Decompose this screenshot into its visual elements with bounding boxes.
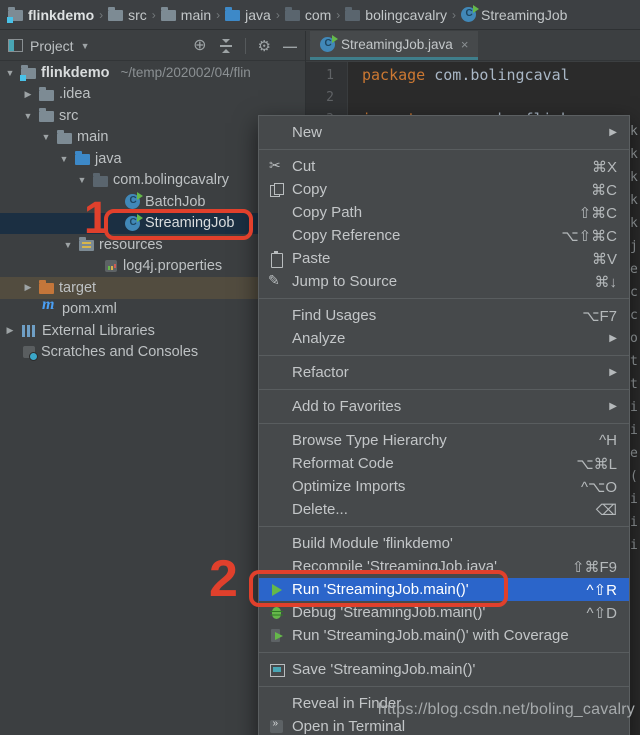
project-panel-title[interactable]: Project xyxy=(30,38,74,54)
menu-item-delete[interactable]: Delete... ⌫ xyxy=(259,498,629,521)
menu-item-paste[interactable]: Paste ⌘V xyxy=(259,247,629,270)
menu-item-new[interactable]: New ▶ xyxy=(259,121,629,144)
breadcrumb-separator: › xyxy=(276,8,280,22)
menu-item-save-streamingjob-main[interactable]: Save 'StreamingJob.main()' xyxy=(259,658,629,681)
maven-icon xyxy=(42,302,57,317)
breadcrumb-item-com[interactable]: com xyxy=(285,7,331,23)
breadcrumb-separator: › xyxy=(99,8,103,22)
menu-item-reformat-code[interactable]: Reformat Code ⌥⌘L xyxy=(259,452,629,475)
breadcrumb-separator: › xyxy=(152,8,156,22)
menu-item-refactor[interactable]: Refactor ▶ xyxy=(259,361,629,384)
annotation-box-streamingjob xyxy=(104,209,253,240)
locate-file-icon[interactable]: ⊕ xyxy=(193,39,206,53)
menu-item-analyze[interactable]: Analyze ▶ xyxy=(259,327,629,350)
breadcrumb-separator: › xyxy=(336,8,340,22)
menu-item-browse-type-hierarchy[interactable]: Browse Type Hierarchy ^H xyxy=(259,429,629,452)
copy-icon xyxy=(267,182,286,198)
project-tool-window-icon xyxy=(8,39,23,52)
excluded-folder-icon xyxy=(39,283,54,294)
project-panel-header: Project ▼ ⊕ ⚙ — xyxy=(0,31,305,61)
menu-item-copy-reference[interactable]: Copy Reference ⌥⇧⌘C xyxy=(259,224,629,247)
tree-item-idea[interactable]: ▶ .idea xyxy=(0,84,305,106)
toolbar-divider xyxy=(245,38,246,54)
breadcrumb-item-main[interactable]: main xyxy=(161,7,211,23)
menu-item-cut[interactable]: Cut ⌘X xyxy=(259,155,629,178)
class-icon xyxy=(125,194,140,209)
folder-icon xyxy=(57,133,72,144)
expanded-arrow-icon[interactable]: ▼ xyxy=(4,68,16,78)
clipped-code-column: k k k k k j e c c o t t i i e ( i i i xyxy=(630,120,639,557)
submenu-arrow-icon: ▶ xyxy=(609,127,617,138)
breadcrumb-item-bolingcavalry[interactable]: bolingcavalry xyxy=(345,7,447,23)
project-folder-icon xyxy=(8,10,23,21)
breadcrumb-separator: › xyxy=(216,8,220,22)
expanded-arrow-icon[interactable]: ▼ xyxy=(76,175,88,185)
menu-item-copy[interactable]: Copy ⌘C xyxy=(259,178,629,201)
package-folder-icon xyxy=(93,176,108,187)
java-folder-icon xyxy=(75,154,90,165)
menu-item-build-module[interactable]: Build Module 'flinkdemo' xyxy=(259,532,629,555)
jump-to-source-icon xyxy=(267,274,286,290)
expanded-arrow-icon[interactable]: ▼ xyxy=(62,240,74,250)
gear-icon[interactable]: ⚙ xyxy=(258,37,271,55)
menu-item-find-usages[interactable]: Find Usages ⌥F7 xyxy=(259,304,629,327)
breadcrumb: flinkdemo › src › main › java › com › bo… xyxy=(0,0,640,30)
class-icon xyxy=(461,7,476,22)
scratches-icon xyxy=(22,345,36,359)
menu-item-optimize-imports[interactable]: Optimize Imports ^⌥O xyxy=(259,475,629,498)
project-folder-icon xyxy=(21,68,36,79)
folder-icon xyxy=(39,90,54,101)
folder-icon xyxy=(39,111,54,122)
cut-icon xyxy=(267,159,286,175)
chevron-down-icon[interactable]: ▼ xyxy=(81,41,90,51)
collapsed-arrow-icon[interactable]: ▶ xyxy=(22,89,34,100)
menu-item-run-with-coverage[interactable]: Run 'StreamingJob.main()' with Coverage xyxy=(259,624,629,647)
hide-panel-icon[interactable]: — xyxy=(283,38,297,54)
code-line: 2 xyxy=(306,86,640,108)
code-line: 1 package com.bolingcaval xyxy=(306,64,640,86)
expanded-arrow-icon[interactable]: ▼ xyxy=(58,154,70,164)
submenu-arrow-icon: ▶ xyxy=(609,333,617,344)
terminal-icon xyxy=(267,719,286,735)
breadcrumb-item-java[interactable]: java xyxy=(225,7,271,23)
annotation-step-2: 2 xyxy=(209,553,238,605)
ide-window: flinkdemo › src › main › java › com › bo… xyxy=(0,0,640,735)
libraries-icon xyxy=(21,324,37,338)
breadcrumb-separator: › xyxy=(452,8,456,22)
menu-item-copy-path[interactable]: Copy Path ⇧⌘C xyxy=(259,201,629,224)
properties-file-icon xyxy=(104,259,118,273)
expanded-arrow-icon[interactable]: ▼ xyxy=(40,132,52,142)
java-folder-icon xyxy=(225,10,240,21)
coverage-icon xyxy=(267,628,286,644)
submenu-arrow-icon: ▶ xyxy=(609,401,617,412)
expanded-arrow-icon[interactable]: ▼ xyxy=(22,111,34,121)
close-icon[interactable]: × xyxy=(461,37,469,52)
menu-item-add-to-favorites[interactable]: Add to Favorites ▶ xyxy=(259,395,629,418)
collapsed-arrow-icon[interactable]: ▶ xyxy=(4,325,16,336)
editor-tab-bar: StreamingJob.java × xyxy=(306,31,640,61)
breadcrumb-item-streamingjob[interactable]: StreamingJob xyxy=(461,7,567,23)
folder-icon xyxy=(108,10,123,21)
breadcrumb-item-flinkdemo[interactable]: flinkdemo xyxy=(8,7,94,23)
annotation-box-run-menu-item xyxy=(249,570,508,607)
package-folder-icon xyxy=(285,10,300,21)
watermark-url: https://blog.csdn.net/boling_cavalry xyxy=(378,701,635,719)
save-icon xyxy=(267,662,286,678)
menu-item-jump-to-source[interactable]: Jump to Source ⌘↓ xyxy=(259,270,629,293)
context-menu: New ▶ Cut ⌘X Copy ⌘C Copy Path ⇧⌘C Copy … xyxy=(258,115,630,735)
package-folder-icon xyxy=(345,10,360,21)
paste-icon xyxy=(267,251,286,267)
collapse-all-icon[interactable] xyxy=(219,39,233,53)
breadcrumb-item-src[interactable]: src xyxy=(108,7,147,23)
collapsed-arrow-icon[interactable]: ▶ xyxy=(22,282,34,293)
tree-item-flinkdemo[interactable]: ▼ flinkdemo ~/temp/202002/04/flin xyxy=(0,62,305,84)
tab-streamingjob-java[interactable]: StreamingJob.java × xyxy=(310,31,478,60)
submenu-arrow-icon: ▶ xyxy=(609,367,617,378)
class-icon xyxy=(320,37,335,52)
project-path: ~/temp/202002/04/flin xyxy=(120,65,250,80)
folder-icon xyxy=(161,10,176,21)
backspace-icon: ⌫ xyxy=(582,501,617,519)
